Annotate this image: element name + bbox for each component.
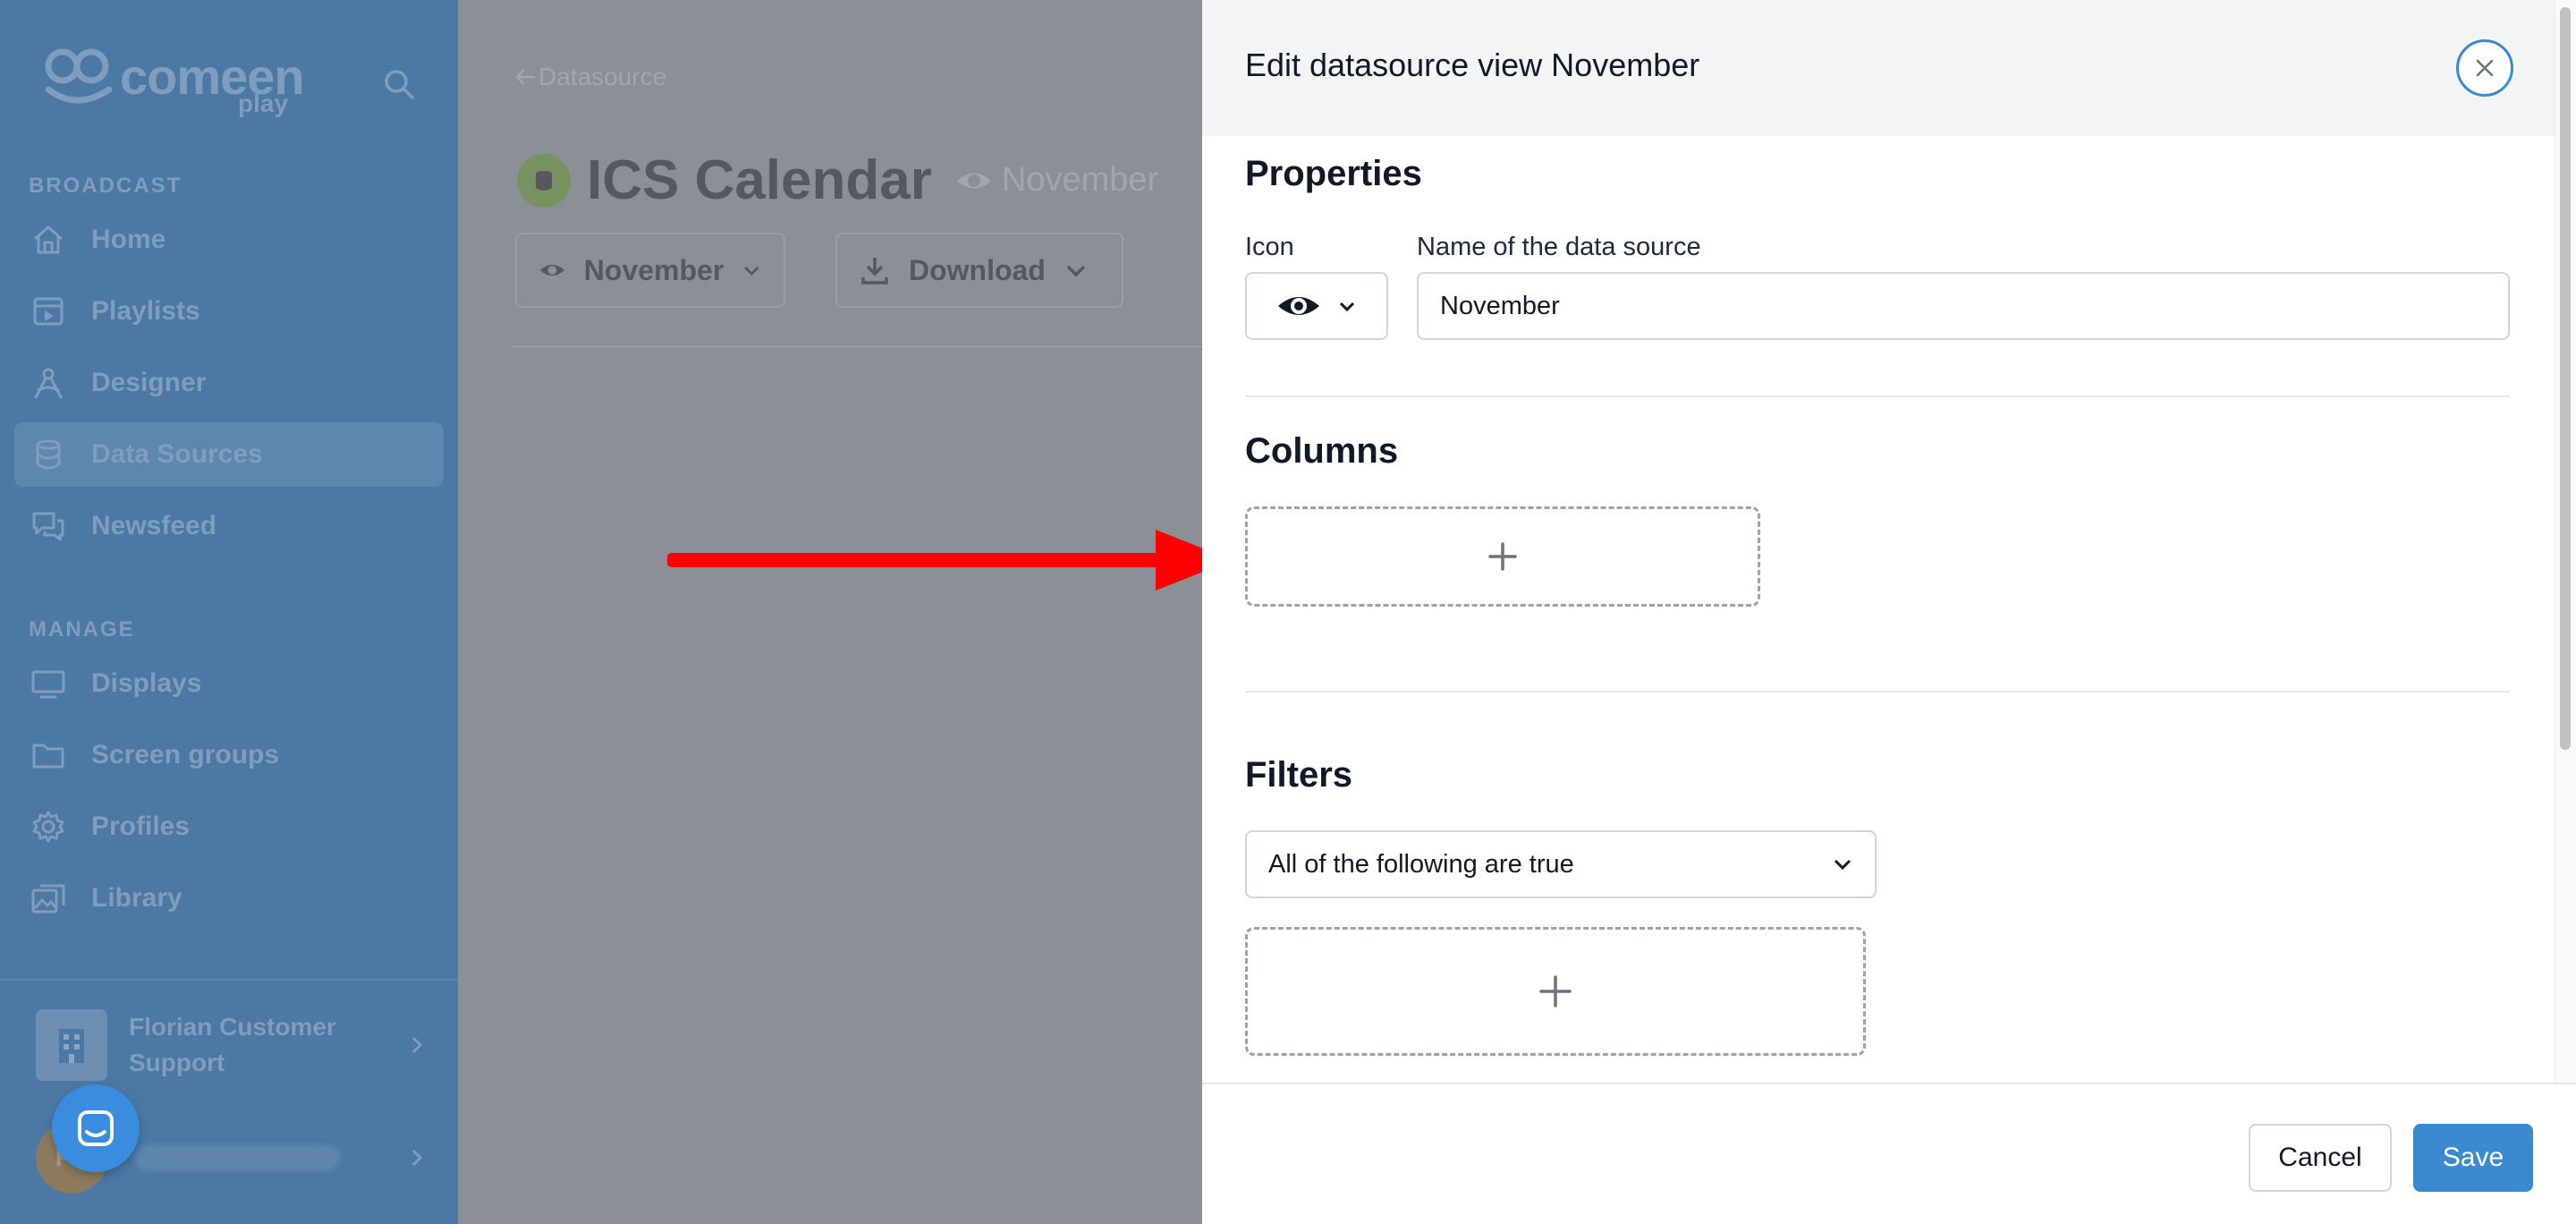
- sidebar-item-label: Newsfeed: [91, 511, 217, 540]
- sidebar-item-label: Playlists: [91, 296, 200, 326]
- download-icon: [861, 258, 888, 285]
- page-header: ICS Calendar November: [517, 149, 1158, 212]
- view-selector-label: November: [583, 253, 724, 286]
- sidebar-item-playlists[interactable]: Playlists: [14, 279, 444, 344]
- sidebar-item-label: Library: [91, 883, 182, 913]
- main-content-overlay: Datasource ICS Calendar November Novembe…: [458, 0, 1202, 1224]
- plus-icon: [1488, 542, 1517, 571]
- panel-title: Edit datasource view November: [1245, 47, 1700, 83]
- add-column-button[interactable]: [1245, 506, 1760, 607]
- home-icon: [30, 222, 66, 258]
- sidebar-item-label: Profiles: [91, 812, 191, 841]
- sidebar-item-label: Home: [91, 225, 166, 254]
- logo-subtext: play: [238, 89, 289, 117]
- sidebar-item-label: Data Sources: [91, 439, 263, 469]
- chevron-right-icon: [411, 1036, 423, 1054]
- edit-view-panel: Edit datasource view November Properties…: [1202, 0, 2576, 1224]
- view-name: November: [1001, 161, 1159, 199]
- columns-heading: Columns: [1245, 431, 1399, 471]
- sidebar-divider: [0, 979, 458, 981]
- chat-widget-icon: [78, 1110, 114, 1146]
- arrow-left-icon: [515, 69, 535, 85]
- eye-icon: [1278, 297, 1319, 315]
- support-chat-button[interactable]: [52, 1084, 140, 1172]
- sidebar-item-profiles[interactable]: Profiles: [14, 795, 444, 859]
- close-button[interactable]: [2456, 39, 2513, 97]
- user-name-redacted: [134, 1145, 340, 1170]
- download-button[interactable]: Download: [835, 233, 1123, 308]
- chevron-right-icon: [411, 1149, 423, 1167]
- folder-icon: [30, 737, 66, 773]
- sidebar-item-label: Designer: [91, 368, 207, 397]
- sidebar-item-data-sources[interactable]: Data Sources: [14, 422, 444, 487]
- main-divider: [512, 345, 1202, 347]
- sidebar-item-home[interactable]: Home: [14, 208, 444, 272]
- chevron-down-icon: [744, 266, 759, 276]
- organization-switcher[interactable]: Florian Customer Support: [36, 1009, 438, 1081]
- close-icon: [2476, 59, 2494, 77]
- eye-icon: [956, 173, 991, 188]
- section-title-broadcast: BROADCAST: [29, 174, 182, 198]
- sidebar-item-label: Screen groups: [91, 740, 280, 769]
- chat-icon: [30, 508, 66, 544]
- icon-picker[interactable]: [1245, 272, 1388, 340]
- gear-icon: [30, 809, 66, 845]
- icon-field-label: Icon: [1245, 233, 1294, 261]
- filter-mode-value: All of the following are true: [1268, 849, 1574, 879]
- section-divider: [1245, 395, 2510, 397]
- page-title: ICS Calendar: [587, 149, 932, 211]
- red-arrow-annotation: [667, 530, 1233, 591]
- chevron-down-icon: [1066, 265, 1086, 277]
- app-logo[interactable]: comeen play: [43, 45, 311, 120]
- back-link[interactable]: Datasource: [513, 63, 666, 91]
- logo-icon: [45, 48, 113, 104]
- sidebar-item-displays[interactable]: Displays: [14, 651, 444, 716]
- section-divider: [1245, 691, 2510, 693]
- datasource-name-input[interactable]: [1417, 272, 2510, 340]
- cancel-button[interactable]: Cancel: [2249, 1124, 2392, 1192]
- plus-icon: [1539, 975, 1572, 1007]
- building-icon: [36, 1009, 107, 1081]
- search-button[interactable]: [381, 66, 417, 102]
- section-title-manage: MANAGE: [29, 617, 135, 642]
- datasource-icon: [517, 153, 571, 208]
- organization-name: Florian Customer Support: [129, 1013, 336, 1076]
- panel-header: Edit datasource view November: [1202, 0, 2555, 136]
- sidebar-item-library[interactable]: Library: [14, 866, 444, 931]
- name-field-label: Name of the data source: [1417, 233, 1701, 261]
- designer-icon: [30, 365, 66, 401]
- playlist-icon: [30, 293, 66, 329]
- save-button[interactable]: Save: [2413, 1124, 2533, 1192]
- filter-mode-select[interactable]: All of the following are true: [1245, 830, 1877, 898]
- images-icon: [30, 880, 66, 916]
- filters-heading: Filters: [1245, 755, 1353, 795]
- download-label: Download: [909, 253, 1046, 286]
- eye-icon: [539, 264, 565, 276]
- sidebar-item-screen-groups[interactable]: Screen groups: [14, 723, 444, 787]
- chevron-down-icon: [1339, 302, 1355, 312]
- view-selector-button[interactable]: November: [515, 233, 785, 308]
- search-icon: [385, 70, 414, 99]
- database-icon: [30, 437, 66, 472]
- panel-footer: Cancel Save: [1202, 1083, 2576, 1224]
- add-filter-button[interactable]: [1245, 927, 1866, 1056]
- monitor-icon: [30, 666, 66, 701]
- sidebar-item-label: Displays: [91, 668, 202, 698]
- scrollbar-thumb[interactable]: [2560, 7, 2571, 750]
- sidebar: comeen play BROADCAST Home Playlists Des…: [0, 0, 458, 1224]
- sidebar-item-designer[interactable]: Designer: [14, 351, 444, 415]
- properties-heading: Properties: [1245, 154, 1422, 193]
- sidebar-item-newsfeed[interactable]: Newsfeed: [14, 494, 444, 558]
- back-link-label: Datasource: [538, 63, 667, 90]
- chevron-down-icon: [1834, 859, 1852, 871]
